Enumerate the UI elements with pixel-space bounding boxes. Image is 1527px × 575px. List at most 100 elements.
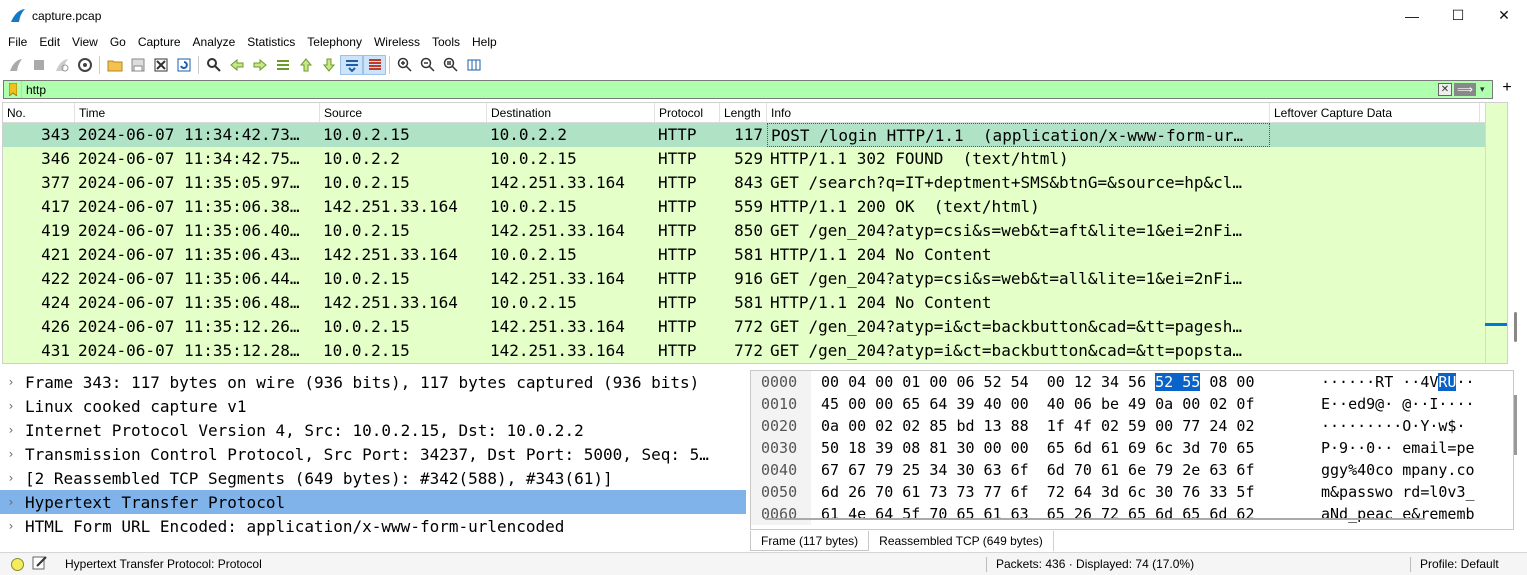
apply-filter-button[interactable]: ⟹ <box>1454 83 1476 96</box>
column-header-no[interactable]: No. <box>3 103 75 122</box>
add-filter-button[interactable]: + <box>1497 79 1517 97</box>
column-header-protocol[interactable]: Protocol <box>655 103 720 122</box>
display-filter-input[interactable]: http <box>22 83 1438 97</box>
packet-cell-no: 424 <box>41 293 70 312</box>
go-forward-icon[interactable] <box>248 55 271 75</box>
bytes-hex-text: 50 18 39 08 81 30 00 00 65 6d 61 69 6c 3… <box>821 439 1255 457</box>
packet-row[interactable]: 431 2024-06-07 11:35:12.28… 10.0.2.15 142.2… <box>3 339 1507 363</box>
autoscroll-icon[interactable] <box>340 55 363 75</box>
packet-row[interactable]: 426 2024-06-07 11:35:12.26… 10.0.2.15 142.2… <box>3 315 1507 339</box>
bytes-ascii[interactable]: aNd_peac e&rememb <box>1311 503 1475 525</box>
detail-tree-item[interactable]: › Transmission Control Protocol, Src Port… <box>0 442 746 466</box>
restart-capture-icon[interactable] <box>50 55 73 75</box>
bytes-ascii[interactable]: ·········O·Y·w$· <box>1311 415 1466 437</box>
packet-row[interactable]: 377 2024-06-07 11:35:05.97… 10.0.2.15 142.2… <box>3 171 1507 195</box>
colorize-icon[interactable] <box>363 55 386 75</box>
bytes-ascii[interactable]: m&passwo rd=l0v3_ <box>1311 481 1475 503</box>
column-header-leftover[interactable]: Leftover Capture Data <box>1270 103 1480 122</box>
find-packet-icon[interactable] <box>202 55 225 75</box>
detail-tree-item[interactable]: › HTML Form URL Encoded: application/x-ww… <box>0 514 746 538</box>
filter-bookmark-icon[interactable] <box>4 81 22 98</box>
zoom-in-icon[interactable] <box>393 55 416 75</box>
go-to-packet-icon[interactable] <box>271 55 294 75</box>
toolbar-separator <box>198 56 199 74</box>
bytes-ascii[interactable]: ggy%40co mpany.co <box>1311 459 1475 481</box>
menu-statistics[interactable]: Statistics <box>242 35 300 49</box>
column-header-destination[interactable]: Destination <box>487 103 655 122</box>
packet-row[interactable]: 417 2024-06-07 11:35:06.38… 142.251.33.164… <box>3 195 1507 219</box>
column-header-time[interactable]: Time <box>75 103 320 122</box>
expert-info-icon[interactable] <box>11 557 24 571</box>
packet-row[interactable]: 421 2024-06-07 11:35:06.43… 142.251.33.164… <box>3 243 1507 267</box>
menu-telephony[interactable]: Telephony <box>302 35 367 49</box>
menu-analyze[interactable]: Analyze <box>188 35 241 49</box>
column-header-source[interactable]: Source <box>320 103 487 122</box>
capture-options-icon[interactable] <box>73 55 96 75</box>
bytes-hex[interactable]: 0a 00 02 02 85 bd 13 88 1f 4f 02 59 00 7… <box>811 415 1311 437</box>
maximize-button[interactable]: ☐ <box>1435 0 1481 31</box>
chevron-right-icon[interactable]: › <box>0 519 22 533</box>
packet-cell-destination: 10.0.2.15 <box>490 245 577 264</box>
menu-edit[interactable]: Edit <box>34 35 65 49</box>
edit-comment-icon[interactable] <box>32 555 52 573</box>
filter-history-dropdown[interactable]: ▾ <box>1480 84 1490 95</box>
column-header-info[interactable]: Info <box>767 103 1270 122</box>
detail-tree-item[interactable]: › Hypertext Transfer Protocol <box>0 490 746 514</box>
detail-tree-item[interactable]: › Frame 343: 117 bytes on wire (936 bits)… <box>0 370 746 394</box>
chevron-right-icon[interactable]: › <box>0 495 22 509</box>
bytes-hex[interactable]: 67 67 79 25 34 30 63 6f 6d 70 61 6e 79 2… <box>811 459 1311 481</box>
packet-details-pane: › Frame 343: 117 bytes on wire (936 bits)… <box>0 370 746 550</box>
column-header-length[interactable]: Length <box>720 103 767 122</box>
clear-filter-button[interactable]: ✕ <box>1438 83 1452 96</box>
bytes-hex[interactable]: 45 00 00 65 64 39 40 00 40 06 be 49 0a 0… <box>811 393 1311 415</box>
save-file-icon[interactable] <box>126 55 149 75</box>
bytes-vertical-scrollbar[interactable] <box>1514 395 1517 455</box>
menu-go[interactable]: Go <box>105 35 131 49</box>
menu-view[interactable]: View <box>67 35 103 49</box>
zoom-out-icon[interactable] <box>416 55 439 75</box>
zoom-reset-icon[interactable] <box>439 55 462 75</box>
chevron-right-icon[interactable]: › <box>0 375 22 389</box>
menu-help[interactable]: Help <box>467 35 502 49</box>
start-capture-icon[interactable] <box>4 55 27 75</box>
resize-columns-icon[interactable] <box>462 55 485 75</box>
bytes-hex[interactable]: 6d 26 70 61 73 73 77 6f 72 64 3d 6c 30 7… <box>811 481 1311 503</box>
packet-list-scrollbar[interactable] <box>1514 312 1517 342</box>
packet-row[interactable]: 424 2024-06-07 11:35:06.48… 142.251.33.164… <box>3 291 1507 315</box>
bytes-hex-text: 0a 00 02 02 85 bd 13 88 1f 4f 02 59 00 7… <box>821 417 1255 435</box>
menu-tools[interactable]: Tools <box>427 35 465 49</box>
minimize-button[interactable]: — <box>1389 0 1435 31</box>
bytes-ascii[interactable]: P·9··0·· email=pe <box>1311 437 1475 459</box>
packet-row[interactable]: 419 2024-06-07 11:35:06.40… 10.0.2.15 142.2… <box>3 219 1507 243</box>
bytes-hex[interactable]: 50 18 39 08 81 30 00 00 65 6d 61 69 6c 3… <box>811 437 1311 459</box>
chevron-right-icon[interactable]: › <box>0 399 22 413</box>
reload-file-icon[interactable] <box>172 55 195 75</box>
chevron-right-icon[interactable]: › <box>0 447 22 461</box>
tab-reassembled-tcp[interactable]: Reassembled TCP (649 bytes) <box>869 531 1054 551</box>
go-last-icon[interactable] <box>317 55 340 75</box>
close-file-icon[interactable] <box>149 55 172 75</box>
status-profile[interactable]: Profile: Default <box>1420 557 1499 571</box>
chevron-right-icon[interactable]: › <box>0 423 22 437</box>
bytes-horizontal-scrollbar[interactable] <box>765 518 1425 520</box>
menu-capture[interactable]: Capture <box>133 35 186 49</box>
go-back-icon[interactable] <box>225 55 248 75</box>
bytes-hex[interactable]: 61 4e 64 5f 70 65 61 63 65 26 72 65 6d 6… <box>811 503 1311 525</box>
bytes-ascii[interactable]: E··ed9@· @··I···· <box>1311 393 1475 415</box>
detail-tree-item[interactable]: › Linux cooked capture v1 <box>0 394 746 418</box>
bytes-hex[interactable]: 00 04 00 01 00 06 52 54 00 12 34 56 52 5… <box>811 371 1311 393</box>
detail-tree-item[interactable]: › Internet Protocol Version 4, Src: 10.0.… <box>0 418 746 442</box>
close-window-button[interactable]: ✕ <box>1481 0 1527 31</box>
go-first-icon[interactable] <box>294 55 317 75</box>
packet-row[interactable]: 343 2024-06-07 11:34:42.73… 10.0.2.15 10.0.… <box>3 123 1507 147</box>
chevron-right-icon[interactable]: › <box>0 471 22 485</box>
menu-file[interactable]: File <box>3 35 32 49</box>
tab-frame[interactable]: Frame (117 bytes) <box>750 531 870 551</box>
open-file-icon[interactable] <box>103 55 126 75</box>
menu-wireless[interactable]: Wireless <box>369 35 425 49</box>
packet-row[interactable]: 422 2024-06-07 11:35:06.44… 10.0.2.15 142.2… <box>3 267 1507 291</box>
bytes-ascii[interactable]: ······RT ··4VRU·· <box>1311 371 1475 393</box>
packet-row[interactable]: 346 2024-06-07 11:34:42.75… 10.0.2.2 10.0.2… <box>3 147 1507 171</box>
detail-tree-item[interactable]: › [2 Reassembled TCP Segments (649 bytes)… <box>0 466 746 490</box>
stop-capture-icon[interactable] <box>27 55 50 75</box>
